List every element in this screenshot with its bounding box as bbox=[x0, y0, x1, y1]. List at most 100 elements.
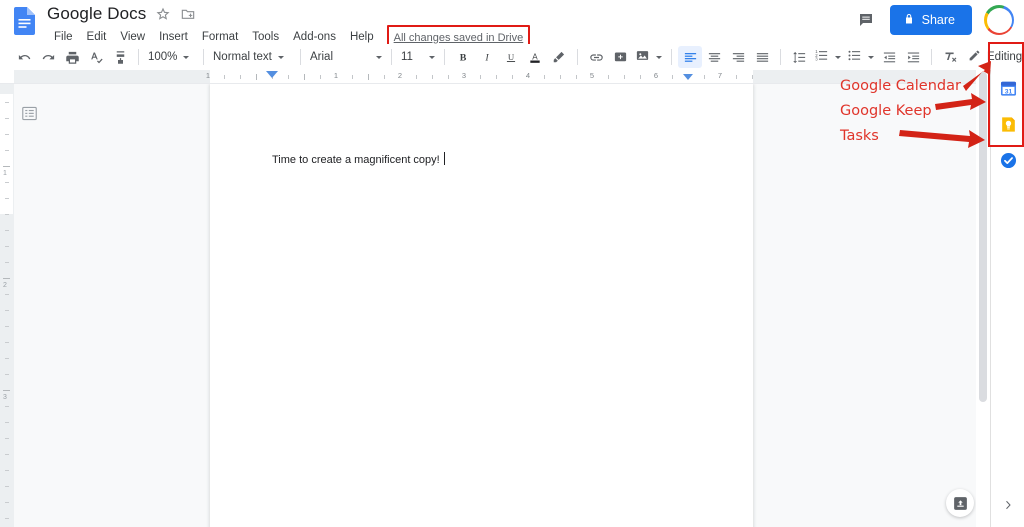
google-docs-logo-icon[interactable] bbox=[14, 7, 35, 35]
chevron-down-icon bbox=[868, 56, 874, 59]
vruler-margin-top bbox=[0, 84, 14, 94]
chevron-down-icon bbox=[429, 56, 435, 59]
chevron-down-icon bbox=[376, 56, 382, 59]
vertical-scrollbar[interactable] bbox=[976, 70, 990, 527]
toolbar-divider-5 bbox=[444, 49, 445, 65]
menu-tools[interactable]: Tools bbox=[245, 29, 286, 45]
star-icon[interactable] bbox=[155, 6, 171, 22]
google-docs-window: Google Docs File Edit View Insert Format… bbox=[0, 0, 1024, 527]
paragraph-style-dropdown[interactable]: Normal text bbox=[210, 46, 294, 68]
ruler-number: 1 bbox=[206, 71, 210, 80]
move-to-folder-icon[interactable] bbox=[180, 6, 196, 22]
ruler-number: 6 bbox=[654, 71, 658, 80]
vruler-margin-bottom bbox=[0, 214, 14, 527]
print-icon[interactable] bbox=[60, 46, 84, 68]
decrease-indent-icon[interactable] bbox=[877, 46, 901, 68]
editing-mode-dropdown[interactable]: Editing bbox=[962, 45, 1024, 69]
menu-insert[interactable]: Insert bbox=[152, 29, 195, 45]
avatar[interactable] bbox=[984, 5, 1014, 35]
document-outline-icon[interactable] bbox=[20, 104, 38, 122]
svg-text:B: B bbox=[460, 53, 467, 64]
paragraph-style-value: Normal text bbox=[213, 51, 272, 63]
line-spacing-icon[interactable] bbox=[787, 46, 811, 68]
save-status-text[interactable]: All changes saved in Drive bbox=[394, 32, 524, 44]
side-panel: 31 bbox=[990, 70, 1024, 527]
vertical-ruler[interactable]: 1 2 3 bbox=[0, 84, 14, 527]
bold-icon[interactable]: B bbox=[451, 46, 475, 68]
numbered-list-dropdown[interactable]: 123 bbox=[811, 46, 844, 68]
align-justify-icon[interactable] bbox=[750, 46, 774, 68]
align-left-icon[interactable] bbox=[678, 46, 702, 68]
insert-link-icon[interactable] bbox=[584, 46, 608, 68]
chevron-down-icon bbox=[656, 56, 662, 59]
align-center-icon[interactable] bbox=[702, 46, 726, 68]
redo-icon[interactable] bbox=[36, 46, 60, 68]
insert-image-icon bbox=[635, 48, 650, 66]
sidebar-item-google-keep[interactable] bbox=[998, 114, 1018, 134]
font-size-value: 11 bbox=[401, 51, 413, 63]
avatar-inner bbox=[987, 8, 1012, 33]
add-comment-icon[interactable] bbox=[608, 46, 632, 68]
chevron-down-icon bbox=[835, 56, 841, 59]
ruler-number: 4 bbox=[526, 71, 530, 80]
ruler-number: 5 bbox=[590, 71, 594, 80]
highlight-color-icon[interactable] bbox=[547, 46, 571, 68]
left-indent-marker[interactable] bbox=[266, 71, 278, 78]
toolbar-divider-6 bbox=[577, 49, 578, 65]
share-button[interactable]: Share bbox=[890, 5, 972, 35]
scrollbar-thumb[interactable] bbox=[979, 72, 987, 402]
editing-mode-label: Editing bbox=[987, 51, 1022, 63]
bulleted-list-dropdown[interactable] bbox=[844, 46, 877, 68]
italic-icon[interactable]: I bbox=[475, 46, 499, 68]
bulleted-list-icon bbox=[847, 48, 862, 66]
menu-help[interactable]: Help bbox=[343, 29, 381, 45]
insert-image-dropdown[interactable] bbox=[632, 46, 665, 68]
menu-edit[interactable]: Edit bbox=[80, 29, 114, 45]
header-actions: Share bbox=[854, 5, 1014, 35]
paint-format-icon[interactable] bbox=[108, 46, 132, 68]
increase-indent-icon[interactable] bbox=[901, 46, 925, 68]
underline-icon[interactable]: U bbox=[499, 46, 523, 68]
ruler-number: 2 bbox=[398, 71, 402, 80]
document-canvas[interactable]: 1 2 3 Time to cre bbox=[0, 84, 990, 527]
font-family-dropdown[interactable]: Arial bbox=[307, 46, 385, 68]
ruler-number: 3 bbox=[462, 71, 466, 80]
menu-file[interactable]: File bbox=[47, 29, 80, 45]
explore-button[interactable] bbox=[946, 489, 974, 517]
vruler-number: 1 bbox=[3, 170, 7, 177]
ruler-number: 7 bbox=[718, 71, 722, 80]
font-size-dropdown[interactable]: 11 bbox=[398, 46, 438, 68]
spellcheck-icon[interactable] bbox=[84, 46, 108, 68]
vruler-number: 3 bbox=[3, 394, 7, 401]
annotation-tasks: Tasks bbox=[840, 128, 879, 144]
sidebar-item-google-calendar[interactable]: 31 bbox=[998, 78, 1018, 98]
toolbar-divider-4 bbox=[391, 49, 392, 65]
svg-text:U: U bbox=[508, 52, 515, 62]
zoom-value: 100% bbox=[148, 51, 177, 63]
zoom-dropdown[interactable]: 100% bbox=[145, 46, 197, 68]
ruler-number: 1 bbox=[334, 71, 338, 80]
document-page[interactable]: Time to create a magnificent copy! bbox=[210, 84, 753, 527]
clear-formatting-icon[interactable] bbox=[938, 46, 962, 68]
text-cursor bbox=[444, 152, 446, 165]
text-color-icon[interactable]: A bbox=[523, 46, 547, 68]
lock-icon bbox=[903, 13, 915, 28]
menu-format[interactable]: Format bbox=[195, 29, 245, 45]
sidebar-item-google-tasks[interactable] bbox=[998, 150, 1018, 170]
toolbar-divider-9 bbox=[931, 49, 932, 65]
document-body-text: Time to create a magnificent copy! bbox=[272, 154, 440, 166]
share-button-label: Share bbox=[922, 13, 955, 27]
comment-icon[interactable] bbox=[854, 8, 878, 32]
undo-icon[interactable] bbox=[12, 46, 36, 68]
side-panel-icons: 31 bbox=[991, 70, 1024, 170]
chevron-down-icon bbox=[183, 56, 189, 59]
svg-text:31: 31 bbox=[1004, 88, 1012, 95]
expand-side-panel-button[interactable] bbox=[991, 495, 1024, 515]
align-right-icon[interactable] bbox=[726, 46, 750, 68]
right-indent-marker[interactable] bbox=[683, 74, 693, 80]
document-body[interactable]: Time to create a magnificent copy! bbox=[272, 152, 445, 166]
menu-view[interactable]: View bbox=[113, 29, 152, 45]
menu-add-ons[interactable]: Add-ons bbox=[286, 29, 343, 45]
formatting-toolbar: 100% Normal text Arial 11 B I U A bbox=[0, 44, 1024, 70]
document-title[interactable]: Google Docs bbox=[47, 4, 146, 24]
